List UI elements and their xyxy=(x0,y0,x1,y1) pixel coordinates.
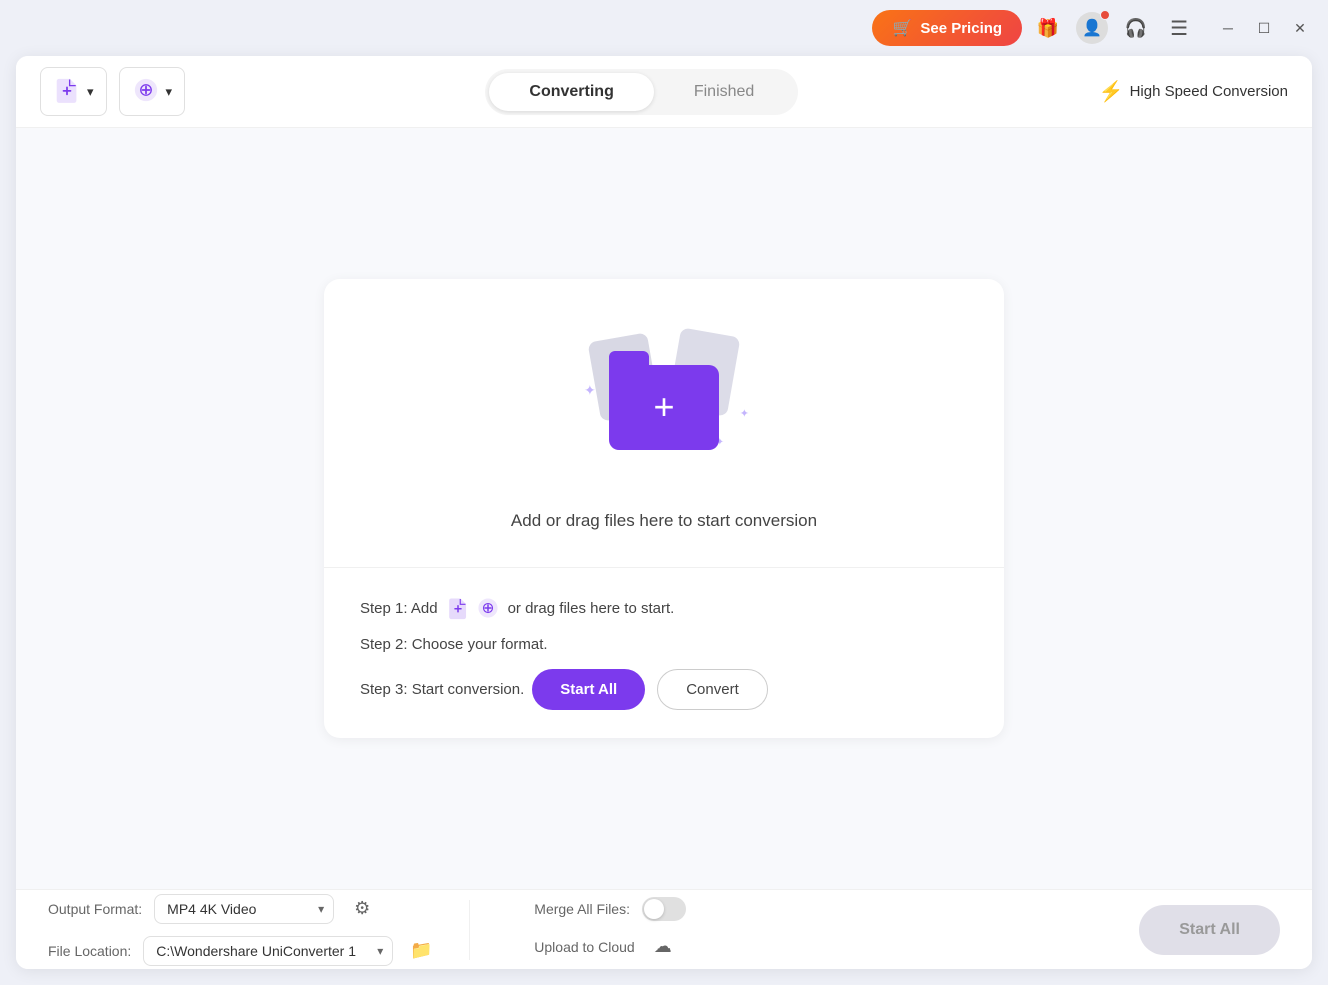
merge-row: Merge All Files: Upload to Cloud ☁ xyxy=(534,897,686,963)
format-select-wrapper: MP4 4K Video ▾ xyxy=(154,894,334,924)
avatar: 👤 xyxy=(1076,12,1108,44)
step3-row: Step 3: Start conversion. Start All Conv… xyxy=(360,669,968,710)
step1-icons xyxy=(446,596,500,620)
toggle-knob xyxy=(644,899,664,919)
add-media-icon xyxy=(132,76,160,107)
notification-badge xyxy=(1100,10,1110,20)
location-select[interactable]: C:\Wondershare UniConverter 1 xyxy=(143,936,393,966)
upload-cloud-label: Upload to Cloud xyxy=(534,939,634,955)
bottom-right-section: Merge All Files: Upload to Cloud ☁ xyxy=(534,897,686,963)
start-all-small-button[interactable]: Start All xyxy=(532,669,645,710)
toolbar: ▾ ▾ Converting Finished xyxy=(16,56,1312,128)
step-add-media-icon xyxy=(476,596,500,620)
add-file-icon xyxy=(53,76,81,107)
file-location-row: File Location: C:\Wondershare UniConvert… xyxy=(48,935,437,967)
close-button[interactable]: ✕ xyxy=(1284,12,1316,44)
menu-icon[interactable]: ☰ xyxy=(1162,12,1196,45)
see-pricing-label: See Pricing xyxy=(920,20,1002,37)
minimize-button[interactable]: ─ xyxy=(1212,12,1244,44)
main-window: ▾ ▾ Converting Finished xyxy=(16,56,1312,969)
drop-zone[interactable]: + ✦ ✦ ✦ · Add or drag files here to star… xyxy=(324,279,1004,738)
gift-icon[interactable]: 🎁 xyxy=(1030,10,1066,46)
step2-row: Step 2: Choose your format. xyxy=(360,636,968,653)
folder-icon: 📁 xyxy=(410,940,432,961)
tab-switcher: Converting Finished xyxy=(485,69,798,115)
window-controls: ─ ☐ ✕ xyxy=(1212,12,1316,44)
output-format-label: Output Format: xyxy=(48,901,142,917)
step-add-file-icon xyxy=(446,596,470,620)
speed-label: High Speed Conversion xyxy=(1130,83,1288,100)
content-area[interactable]: + ✦ ✦ ✦ · Add or drag files here to star… xyxy=(16,128,1312,889)
drop-hint: Add or drag files here to start conversi… xyxy=(511,511,817,531)
sparkle-1: ✦ xyxy=(584,382,596,399)
step-actions: Start All Convert xyxy=(532,669,767,710)
format-settings-button[interactable]: ⚙ xyxy=(346,893,378,925)
toolbar-left: ▾ ▾ xyxy=(40,67,185,116)
main-folder-icon: + xyxy=(609,365,719,450)
cart-icon: 🛒 xyxy=(892,18,912,38)
toolbar-right: ⚡ High Speed Conversion xyxy=(1099,79,1288,104)
add-media-chevron: ▾ xyxy=(166,84,173,100)
step3-prefix: Step 3: Start conversion. xyxy=(360,681,524,698)
step1-suffix: or drag files here to start. xyxy=(508,600,675,617)
maximize-button[interactable]: ☐ xyxy=(1248,12,1280,44)
settings-icon: ⚙ xyxy=(354,898,370,919)
output-format-row: Output Format: MP4 4K Video ▾ ⚙ xyxy=(48,893,437,925)
location-select-wrapper: C:\Wondershare UniConverter 1 ▾ xyxy=(143,936,393,966)
bottom-left: Output Format: MP4 4K Video ▾ ⚙ File Loc… xyxy=(48,893,437,967)
file-location-label: File Location: xyxy=(48,943,131,959)
start-all-button[interactable]: Start All xyxy=(1139,905,1280,955)
divider xyxy=(469,900,470,960)
browse-folder-button[interactable]: 📁 xyxy=(405,935,437,967)
bottom-bar: Output Format: MP4 4K Video ▾ ⚙ File Loc… xyxy=(16,889,1312,969)
drop-area[interactable]: + ✦ ✦ ✦ · Add or drag files here to star… xyxy=(324,279,1004,568)
see-pricing-button[interactable]: 🛒 See Pricing xyxy=(872,10,1022,46)
cloud-icon: ☁ xyxy=(654,936,672,957)
steps-area: Step 1: Add xyxy=(324,568,1004,738)
merge-toggle[interactable] xyxy=(642,897,686,921)
upload-cloud-button[interactable]: ☁ xyxy=(647,931,679,963)
step2-text: Step 2: Choose your format. xyxy=(360,636,548,653)
add-file-chevron: ▾ xyxy=(87,84,94,100)
titlebar: 🛒 See Pricing 🎁 👤 🎧 ☰ ─ ☐ ✕ xyxy=(0,0,1328,56)
converting-tab[interactable]: Converting xyxy=(489,73,653,111)
step1-row: Step 1: Add xyxy=(360,596,968,620)
bolt-icon: ⚡ xyxy=(1099,79,1124,104)
user-avatar[interactable]: 👤 xyxy=(1074,10,1110,46)
format-select[interactable]: MP4 4K Video xyxy=(154,894,334,924)
tab-area: Converting Finished xyxy=(185,69,1099,115)
headset-icon[interactable]: 🎧 xyxy=(1118,10,1154,46)
upload-cloud-item: Upload to Cloud ☁ xyxy=(534,931,686,963)
sparkle-2: ✦ xyxy=(740,407,749,420)
folder-illustration: + ✦ ✦ ✦ · xyxy=(574,327,754,487)
high-speed-badge[interactable]: ⚡ High Speed Conversion xyxy=(1099,79,1288,104)
add-file-button[interactable]: ▾ xyxy=(40,67,107,116)
folder-plus-icon: + xyxy=(653,389,674,425)
step1-prefix: Step 1: Add xyxy=(360,600,438,617)
convert-button[interactable]: Convert xyxy=(657,669,768,710)
merge-files-label: Merge All Files: xyxy=(534,901,630,917)
merge-files-item: Merge All Files: xyxy=(534,897,686,921)
add-media-button[interactable]: ▾ xyxy=(119,67,186,116)
finished-tab[interactable]: Finished xyxy=(654,73,794,111)
